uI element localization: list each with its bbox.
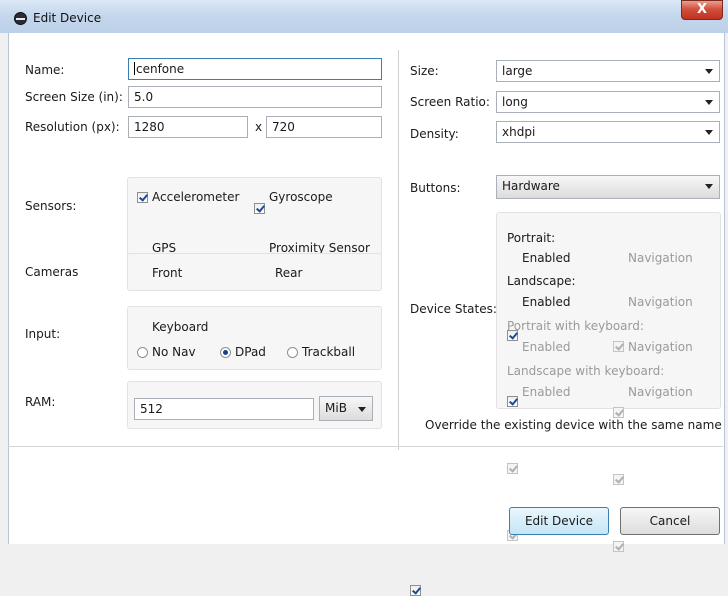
window-title: Edit Device bbox=[33, 11, 102, 25]
title-bar bbox=[0, 0, 728, 33]
resolution-width-field[interactable]: 1280 bbox=[128, 116, 248, 138]
chevron-down-icon bbox=[705, 69, 713, 74]
chevron-down-icon bbox=[358, 407, 366, 412]
portrait-kb-enabled-label: Enabled bbox=[522, 340, 571, 354]
landscape-navigation-checkbox bbox=[613, 407, 624, 418]
ram-label: RAM: bbox=[25, 395, 56, 409]
portrait-navigation-label: Navigation bbox=[628, 251, 693, 265]
chevron-down-icon bbox=[705, 100, 713, 105]
size-label: Size: bbox=[410, 64, 439, 78]
landscape-keyboard-label: Landscape with keyboard: bbox=[507, 364, 665, 378]
portrait-kb-navigation-label: Navigation bbox=[628, 340, 693, 354]
size-value: large bbox=[502, 64, 533, 78]
buttons-label: Buttons: bbox=[410, 181, 461, 195]
buttons-select[interactable]: Hardware bbox=[496, 175, 720, 199]
landscape-enabled-label: Enabled bbox=[522, 295, 571, 309]
dpad-radio[interactable] bbox=[220, 347, 231, 358]
override-checkbox[interactable] bbox=[410, 585, 421, 596]
portrait-label: Portrait: bbox=[507, 231, 556, 245]
screen-size-label: Screen Size (in): bbox=[25, 90, 123, 104]
accelerometer-label: Accelerometer bbox=[152, 190, 240, 204]
landscape-enabled-checkbox[interactable] bbox=[507, 396, 518, 407]
landscape-kb-navigation-label: Navigation bbox=[628, 385, 693, 399]
input-group bbox=[127, 306, 382, 370]
size-select[interactable]: large bbox=[496, 60, 720, 82]
portrait-kb-navigation-checkbox bbox=[613, 474, 624, 485]
no-nav-label: No Nav bbox=[152, 345, 196, 359]
portrait-navigation-checkbox bbox=[613, 341, 624, 352]
gyroscope-label: Gyroscope bbox=[269, 190, 333, 204]
name-field[interactable]: cenfone bbox=[128, 58, 382, 80]
density-select[interactable]: xhdpi bbox=[496, 121, 720, 143]
screen-ratio-select[interactable]: long bbox=[496, 91, 720, 113]
accelerometer-checkbox[interactable] bbox=[137, 192, 148, 203]
ram-unit-value: MiB bbox=[325, 401, 347, 415]
front-camera-label: Front bbox=[152, 266, 183, 280]
name-label: Name: bbox=[25, 63, 65, 77]
eclipse-icon bbox=[14, 12, 27, 25]
resolution-height-field[interactable]: 720 bbox=[266, 116, 382, 138]
input-label: Input: bbox=[25, 327, 61, 341]
density-value: xhdpi bbox=[502, 125, 536, 139]
ram-unit-select[interactable]: MiB bbox=[319, 396, 373, 421]
gyroscope-checkbox[interactable] bbox=[254, 203, 265, 214]
portrait-keyboard-label: Portrait with keyboard: bbox=[507, 319, 644, 333]
landscape-kb-navigation-checkbox bbox=[613, 541, 624, 552]
column-divider bbox=[398, 50, 399, 450]
screen-ratio-value: long bbox=[502, 95, 528, 109]
screen-ratio-label: Screen Ratio: bbox=[410, 95, 490, 109]
rear-camera-label: Rear bbox=[275, 266, 303, 280]
density-label: Density: bbox=[410, 127, 459, 141]
device-states-label: Device States: bbox=[410, 302, 497, 316]
dpad-label: DPad bbox=[235, 345, 266, 359]
trackball-label: Trackball bbox=[302, 345, 356, 359]
portrait-enabled-label: Enabled bbox=[522, 251, 571, 265]
landscape-navigation-label: Navigation bbox=[628, 295, 693, 309]
trackball-radio[interactable] bbox=[287, 347, 298, 358]
override-label: Override the existing device with the sa… bbox=[425, 418, 722, 432]
resolution-separator: x bbox=[255, 120, 263, 134]
sensors-label: Sensors: bbox=[25, 199, 77, 213]
ram-field[interactable]: 512 bbox=[134, 398, 314, 420]
portrait-kb-enabled-checkbox bbox=[507, 463, 518, 474]
cancel-button[interactable]: Cancel bbox=[620, 507, 720, 535]
landscape-kb-enabled-label: Enabled bbox=[522, 385, 571, 399]
cameras-label: Cameras bbox=[25, 265, 79, 279]
footer-separator bbox=[8, 446, 723, 447]
screen-size-field[interactable]: 5.0 bbox=[128, 86, 382, 108]
close-button[interactable]: X bbox=[681, 0, 723, 20]
edit-device-button[interactable]: Edit Device bbox=[509, 507, 609, 535]
landscape-label: Landscape: bbox=[507, 274, 576, 288]
no-nav-radio[interactable] bbox=[137, 347, 148, 358]
buttons-value: Hardware bbox=[502, 179, 560, 193]
chevron-down-icon bbox=[705, 130, 713, 135]
resolution-label: Resolution (px): bbox=[25, 120, 120, 134]
keyboard-label: Keyboard bbox=[152, 320, 209, 334]
chevron-down-icon bbox=[705, 184, 713, 189]
